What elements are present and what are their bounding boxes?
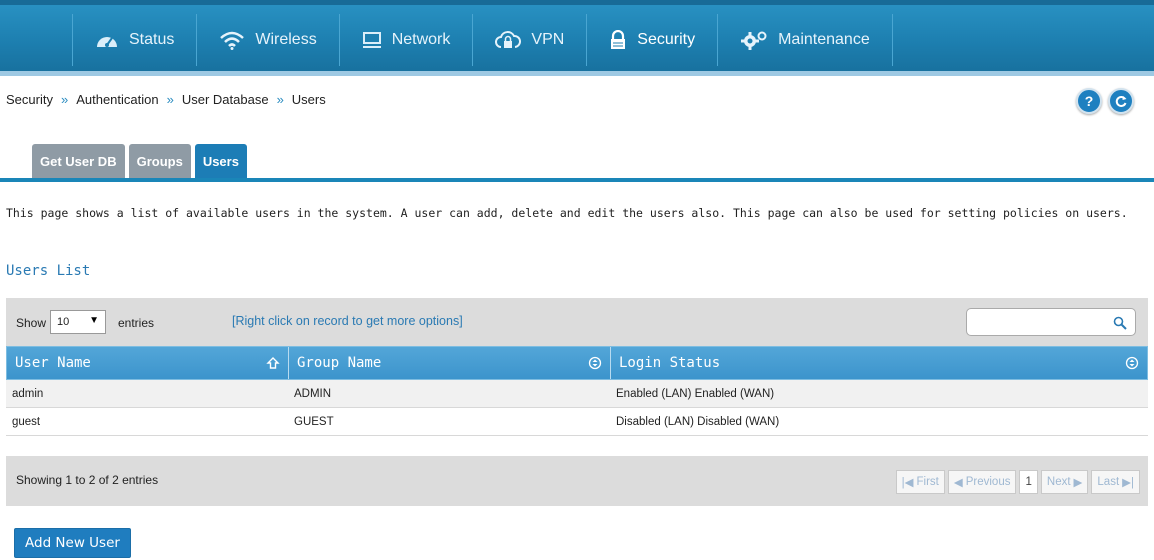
previous-page-icon: ◀ — [953, 477, 963, 489]
nav-item-vpn[interactable]: VPN — [472, 14, 586, 66]
sort-both-icon — [1125, 356, 1139, 370]
nav-label-vpn: VPN — [531, 31, 565, 48]
entries-info: Showing 1 to 2 of 2 entries — [16, 473, 159, 487]
nav-label-maintenance: Maintenance — [778, 31, 870, 48]
next-label: Next — [1046, 476, 1071, 488]
last-page-icon: ▶| — [1122, 477, 1134, 489]
top-stripe — [0, 0, 1154, 5]
page-description: This page shows a list of available user… — [6, 206, 1128, 220]
current-page-button[interactable]: 1 — [1019, 470, 1038, 494]
top-bottom-bar — [0, 71, 1154, 76]
refresh-button[interactable] — [1108, 88, 1134, 114]
table-header: User Name Group Name Login Status — [6, 346, 1148, 380]
cell-user-name: admin — [12, 387, 44, 400]
nav-label-status: Status — [129, 31, 175, 48]
column-label: User Name — [15, 355, 91, 371]
entries-select[interactable]: 10 ▼ — [50, 310, 106, 334]
tab-groups[interactable]: Groups — [128, 144, 191, 178]
breadcrumb-user-database[interactable]: User Database — [182, 92, 269, 107]
tab-underline — [0, 178, 1154, 182]
help-icon: ? — [1084, 93, 1094, 109]
nav-label-wireless: Wireless — [255, 31, 317, 48]
padlock-icon — [611, 30, 626, 49]
top-navigation: Status Wireless Network VPN Security Mai… — [0, 0, 1154, 76]
show-label: Show — [16, 316, 47, 330]
last-page-button[interactable]: Last ▶| — [1091, 470, 1140, 494]
nav-item-status[interactable]: Status — [72, 14, 196, 66]
cell-user-name: guest — [12, 415, 41, 428]
breadcrumb-separator: » — [166, 92, 174, 107]
first-page-button[interactable]: |◀ First — [895, 470, 945, 494]
tab-get-user-db[interactable]: Get User DB — [32, 144, 125, 178]
next-page-button[interactable]: Next ▶ — [1040, 470, 1089, 494]
column-header-login-status[interactable]: Login Status — [611, 347, 1147, 379]
users-table: User Name Group Name Login Status admin … — [6, 346, 1148, 436]
previous-label: Previous — [965, 476, 1011, 488]
previous-page-button[interactable]: ◀ Previous — [947, 470, 1017, 494]
column-header-user-name[interactable]: User Name — [7, 347, 289, 379]
column-header-group-name[interactable]: Group Name — [289, 347, 611, 379]
breadcrumb-separator: » — [60, 92, 69, 107]
nav-item-maintenance[interactable]: Maintenance — [717, 14, 893, 66]
column-label: Login Status — [619, 355, 721, 371]
table-footer: Showing 1 to 2 of 2 entries |◀ First ◀ P… — [6, 456, 1148, 506]
sort-ascending-icon — [266, 357, 280, 369]
last-label: Last — [1097, 476, 1120, 488]
breadcrumb-users: Users — [291, 92, 326, 107]
sort-both-icon — [588, 356, 602, 370]
column-label: Group Name — [297, 355, 382, 371]
dropdown-arrow-icon: ▼ — [89, 315, 99, 326]
cell-group-name: GUEST — [294, 415, 334, 428]
section-title: Users List — [6, 263, 91, 279]
nav-item-security[interactable]: Security — [586, 14, 717, 66]
right-click-hint: [Right click on record to get more optio… — [232, 314, 463, 328]
entries-value: 10 — [57, 316, 70, 328]
next-page-icon: ▶ — [1073, 477, 1083, 489]
refresh-icon — [1115, 96, 1127, 107]
first-page-icon: |◀ — [901, 477, 914, 489]
table-controls: Show 10 ▼ entries [Right click on record… — [6, 298, 1148, 346]
breadcrumb-separator: » — [276, 92, 284, 107]
speedometer-icon — [97, 37, 117, 47]
breadcrumb: Security » Authentication » User Databas… — [6, 92, 326, 107]
first-label: First — [916, 476, 939, 488]
table-row[interactable]: guest GUEST Disabled (LAN) Disabled (WAN… — [6, 408, 1148, 436]
gears-icon — [741, 31, 767, 50]
tab-users[interactable]: Users — [194, 144, 247, 178]
cell-login-status: Disabled (LAN) Disabled (WAN) — [616, 415, 780, 428]
nav-label-network: Network — [391, 31, 451, 48]
pagination: |◀ First ◀ Previous 1 Next ▶ Last ▶| — [895, 470, 1140, 494]
nav-label-security: Security — [637, 31, 696, 48]
search-icon — [1113, 316, 1127, 330]
nav-menu: Status Wireless Network VPN Security Mai… — [72, 14, 893, 66]
add-new-user-button[interactable]: Add New User — [14, 528, 131, 558]
table-row[interactable]: admin ADMIN Enabled (LAN) Enabled (WAN) — [6, 380, 1148, 408]
nav-item-network[interactable]: Network — [338, 14, 473, 66]
cloud-lock-icon — [495, 31, 522, 48]
search-input[interactable] — [966, 308, 1136, 336]
monitor-icon — [362, 32, 381, 48]
cell-group-name: ADMIN — [294, 387, 332, 400]
breadcrumb-security[interactable]: Security — [6, 92, 53, 107]
wifi-icon — [220, 31, 245, 50]
cell-login-status: Enabled (LAN) Enabled (WAN) — [616, 387, 775, 400]
entries-label: entries — [118, 316, 155, 330]
help-button[interactable]: ? — [1076, 88, 1102, 114]
nav-item-wireless[interactable]: Wireless — [196, 14, 338, 66]
tab-bar: Get User DB Groups Users — [32, 144, 247, 178]
breadcrumb-authentication[interactable]: Authentication — [76, 92, 158, 107]
